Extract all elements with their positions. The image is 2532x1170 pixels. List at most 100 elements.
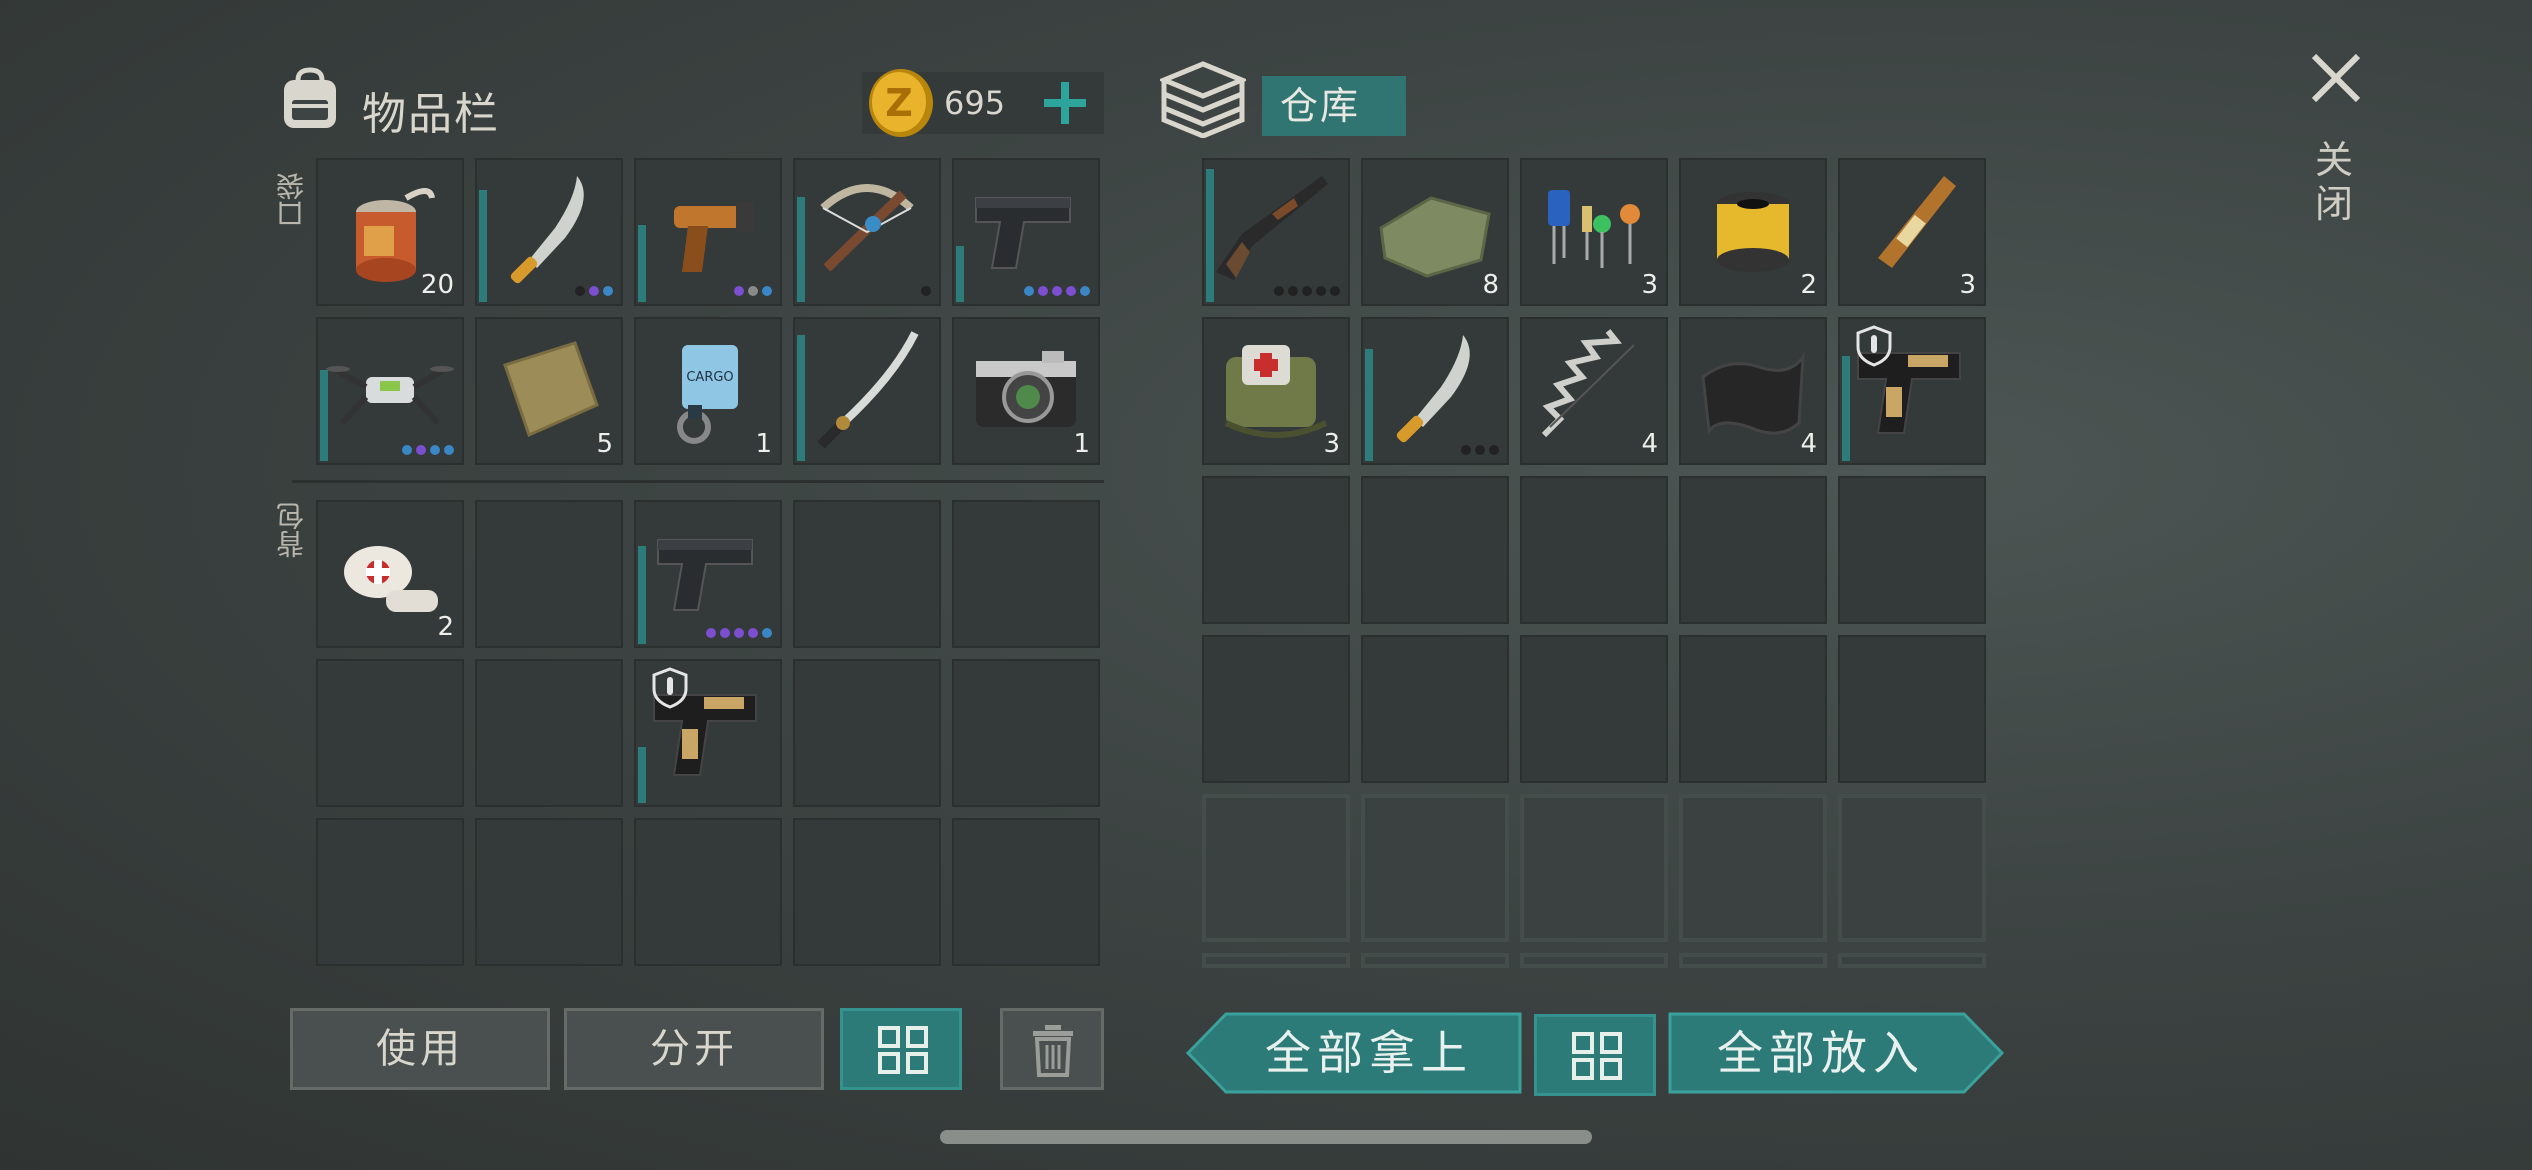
rarity-dot — [575, 286, 585, 296]
pocket-slot[interactable]: 20 — [316, 158, 464, 306]
storage-slot[interactable] — [1361, 317, 1509, 465]
rarity-dot — [444, 445, 454, 455]
backpack-slot[interactable]: 2 — [316, 500, 464, 648]
pocket-slot[interactable]: CARGO 1 — [634, 317, 782, 465]
storage-slot[interactable] — [1361, 794, 1509, 942]
inventory-title: 物品栏 — [362, 89, 500, 140]
close-label[interactable]: 关闭 — [2314, 138, 2354, 226]
pocket-slot[interactable] — [793, 158, 941, 306]
storage-slot[interactable] — [1838, 953, 1986, 968]
backpack-slot[interactable] — [316, 818, 464, 966]
storage-slot[interactable] — [1202, 158, 1350, 306]
trash-icon — [1033, 1025, 1073, 1077]
backpack-slot[interactable] — [952, 659, 1100, 807]
storage-slot[interactable] — [1838, 317, 1986, 465]
backpack-slot[interactable] — [475, 500, 623, 648]
use-button[interactable]: 使用 — [290, 1008, 550, 1090]
pocket-slot[interactable]: 1 — [952, 317, 1100, 465]
durability-bar — [479, 190, 487, 302]
storage-slot[interactable] — [1361, 476, 1509, 624]
grid-sort-icon — [1572, 1032, 1622, 1080]
backpack-slot[interactable] — [793, 659, 941, 807]
rarity-dot — [1316, 286, 1326, 296]
storage-slot[interactable]: 2 — [1679, 158, 1827, 306]
rarity-dot — [1038, 286, 1048, 296]
backpack-slot[interactable] — [634, 659, 782, 807]
backpack-slot[interactable] — [793, 500, 941, 648]
storage-slot[interactable] — [1679, 476, 1827, 624]
svg-text:Z: Z — [885, 81, 913, 125]
backpack-slot[interactable] — [793, 818, 941, 966]
rarity-dots — [1024, 286, 1090, 296]
pocket-slot[interactable] — [475, 158, 623, 306]
storage-slot[interactable] — [1838, 635, 1986, 783]
storage-slot[interactable] — [1679, 635, 1827, 783]
rarity-dots — [402, 445, 454, 455]
take-all-button[interactable]: 全部拿上 — [1186, 1012, 1522, 1094]
durability-bar — [956, 246, 964, 302]
backpack-slot[interactable] — [634, 500, 782, 648]
pocket-slot[interactable]: 5 — [475, 317, 623, 465]
storage-slot[interactable] — [1202, 953, 1350, 968]
delete-button[interactable] — [1000, 1008, 1104, 1090]
backpack-slot[interactable] — [475, 818, 623, 966]
storage-slot[interactable] — [1520, 953, 1668, 968]
split-button[interactable]: 分开 — [564, 1008, 824, 1090]
rarity-dot — [430, 445, 440, 455]
storage-slot[interactable] — [1520, 476, 1668, 624]
backpack-slot[interactable] — [475, 659, 623, 807]
storage-slot[interactable] — [1361, 635, 1509, 783]
backpack-slot[interactable] — [952, 818, 1100, 966]
rarity-dot — [1302, 286, 1312, 296]
item-count: 3 — [1959, 270, 1976, 300]
backpack-slot[interactable] — [316, 659, 464, 807]
storage-slot[interactable] — [1202, 476, 1350, 624]
storage-slot[interactable] — [1838, 794, 1986, 942]
rarity-dots — [706, 628, 772, 638]
storage-slot[interactable] — [1202, 635, 1350, 783]
camera-icon — [976, 351, 1076, 427]
item-count: 20 — [420, 270, 454, 300]
shotgun-icon — [1216, 176, 1328, 280]
storage-slot[interactable] — [1679, 953, 1827, 968]
storage-slot[interactable]: 3 — [1202, 317, 1350, 465]
storage-slot[interactable] — [1361, 953, 1509, 968]
electronic-components-icon — [1548, 190, 1640, 268]
inventory-sort-button[interactable] — [840, 1008, 962, 1090]
rarity-dot — [1461, 445, 1471, 455]
storage-slot[interactable]: 8 — [1361, 158, 1509, 306]
storage-slot[interactable]: 4 — [1679, 317, 1827, 465]
storage-slot[interactable] — [1202, 794, 1350, 942]
backpack-slot[interactable] — [952, 500, 1100, 648]
pocket-slot[interactable] — [952, 158, 1100, 306]
tab-storage[interactable]: 仓库 — [1262, 76, 1406, 136]
storage-sort-button[interactable] — [1534, 1014, 1656, 1096]
cloth-icon — [1379, 196, 1491, 278]
bandage-icon — [344, 546, 438, 612]
close-icon[interactable] — [2308, 50, 2364, 106]
pocket-slot[interactable] — [793, 317, 941, 465]
item-count: 1 — [1073, 429, 1090, 459]
item-count: 3 — [1641, 270, 1658, 300]
backpack-slot[interactable] — [634, 818, 782, 966]
rarity-dot — [706, 628, 716, 638]
storage-slot[interactable]: 3 — [1520, 158, 1668, 306]
storage-slot[interactable]: 4 — [1520, 317, 1668, 465]
pocket-slot[interactable] — [634, 158, 782, 306]
storage-slot[interactable] — [1838, 476, 1986, 624]
katana-icon — [817, 331, 919, 449]
storage-slot[interactable]: 3 — [1838, 158, 1986, 306]
storage-slot[interactable] — [1520, 635, 1668, 783]
storage-slot[interactable] — [1520, 794, 1668, 942]
backpack-label: 背包 — [275, 502, 308, 558]
item-count: 2 — [1800, 270, 1817, 300]
storage-slot[interactable] — [1679, 794, 1827, 942]
durability-bar — [1206, 169, 1214, 302]
add-currency-button[interactable] — [1040, 78, 1090, 128]
rarity-dot — [1024, 286, 1034, 296]
put-all-button[interactable]: 全部放入 — [1668, 1012, 2004, 1094]
drone-icon — [326, 366, 454, 426]
pocket-slot[interactable] — [316, 317, 464, 465]
take-all-label: 全部拿上 — [1265, 1026, 1473, 1080]
rarity-dot — [762, 286, 772, 296]
